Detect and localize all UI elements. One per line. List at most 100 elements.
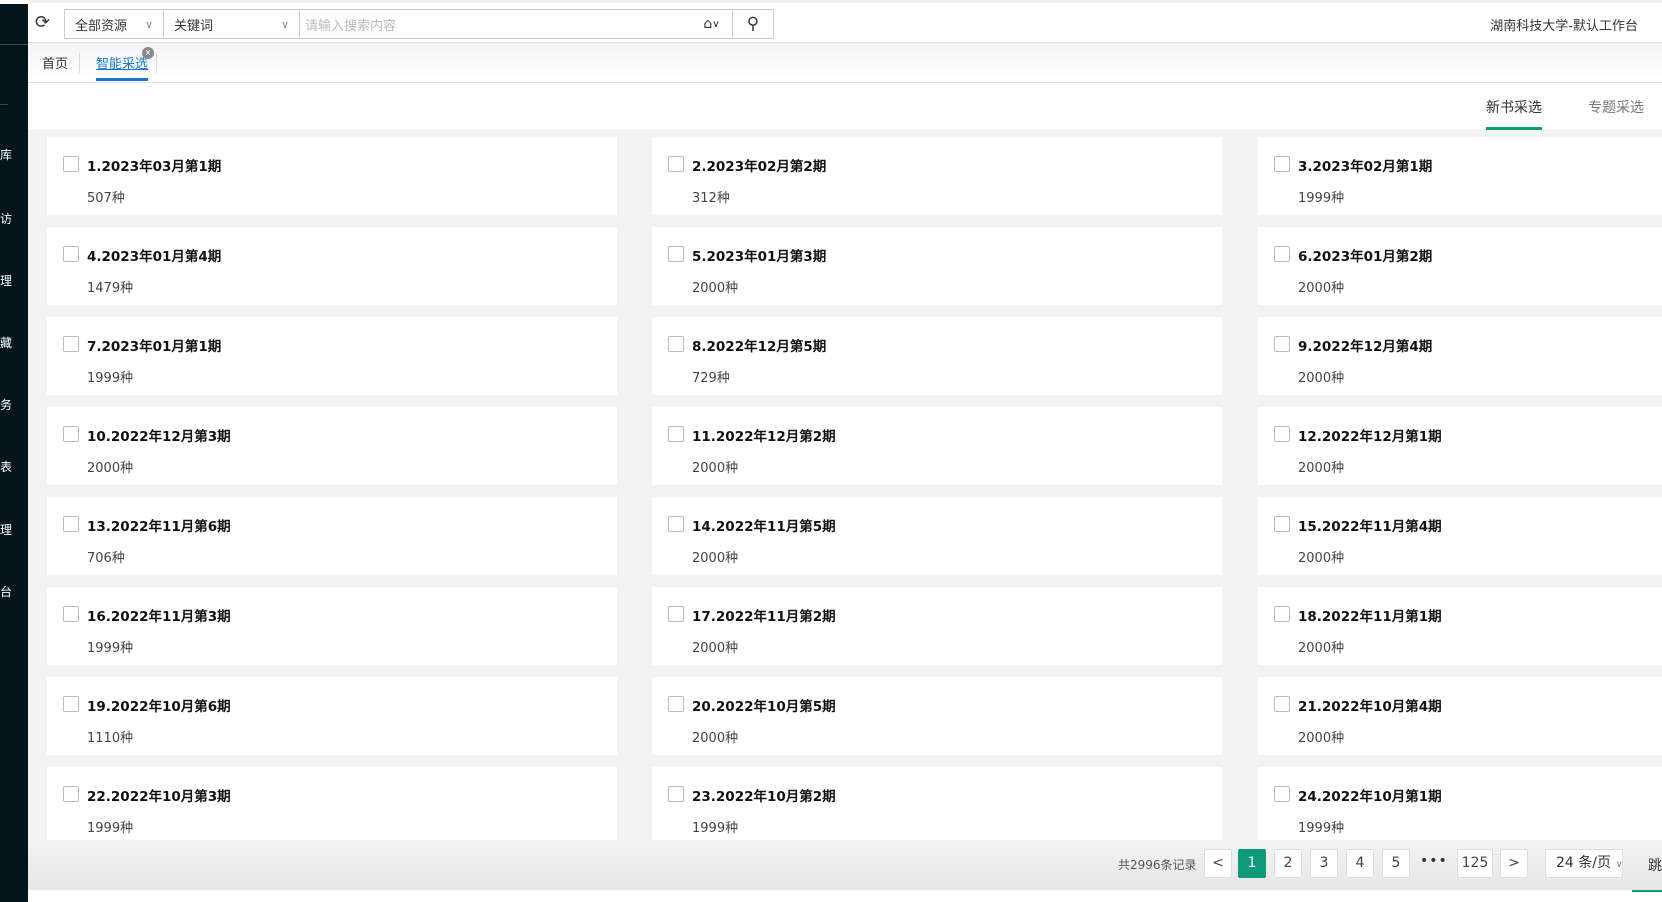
issue-title[interactable]: 22.2022年10月第3期 [87, 785, 231, 805]
search-button[interactable]: ⚲ [733, 10, 773, 38]
issue-checkbox[interactable] [1274, 786, 1290, 802]
issue-checkbox[interactable] [668, 246, 684, 262]
issue-title[interactable]: 19.2022年10月第6期 [87, 695, 231, 715]
issue-title[interactable]: 20.2022年10月第5期 [692, 695, 836, 715]
more-pages[interactable]: ••• [1420, 853, 1448, 869]
issue-checkbox[interactable] [63, 246, 79, 262]
issue-checkbox[interactable] [63, 606, 79, 622]
sidebar-item[interactable]: 表 [0, 458, 12, 475]
issue-card[interactable]: 1.2023年03月第1期 507种 [47, 137, 617, 215]
issue-checkbox[interactable] [63, 516, 79, 532]
sidebar-item[interactable]: 理 [0, 521, 12, 538]
issue-checkbox[interactable] [63, 336, 79, 352]
sidebar-item[interactable]: 务 [0, 396, 12, 413]
page-last[interactable]: 125 [1457, 849, 1493, 878]
issue-checkbox[interactable] [668, 696, 684, 712]
tab-topic-selection[interactable]: 专题采选 [1588, 97, 1644, 127]
issue-title[interactable]: 12.2022年12月第1期 [1298, 425, 1442, 445]
issue-card[interactable]: 3.2023年02月第1期 1999种 [1258, 137, 1662, 215]
issue-title[interactable]: 6.2023年01月第2期 [1298, 245, 1432, 265]
refresh-icon[interactable]: ⟳ [35, 12, 50, 33]
tab-new-books[interactable]: 新书采选 [1486, 97, 1542, 130]
sidebar-item[interactable]: 台 [0, 583, 12, 600]
issue-title[interactable]: 18.2022年11月第1期 [1298, 605, 1442, 625]
search-input[interactable]: 请输入搜索内容 [300, 10, 691, 38]
issue-card[interactable]: 6.2023年01月第2期 2000种 [1258, 227, 1662, 305]
close-icon[interactable]: x [142, 47, 155, 59]
issue-title[interactable]: 5.2023年01月第3期 [692, 245, 826, 265]
issue-checkbox[interactable] [668, 516, 684, 532]
issue-card[interactable]: 17.2022年11月第2期 2000种 [652, 587, 1222, 665]
issue-card[interactable]: 19.2022年10月第6期 1110种 [47, 677, 617, 755]
issue-card[interactable]: 18.2022年11月第1期 2000种 [1258, 587, 1662, 665]
issue-checkbox[interactable] [1274, 696, 1290, 712]
issue-checkbox[interactable] [668, 336, 684, 352]
issue-title[interactable]: 2.2023年02月第2期 [692, 155, 826, 175]
issue-title[interactable]: 16.2022年11月第3期 [87, 605, 231, 625]
issue-card[interactable]: 9.2022年12月第4期 2000种 [1258, 317, 1662, 395]
issue-card[interactable]: 7.2023年01月第1期 1999种 [47, 317, 617, 395]
issue-title[interactable]: 24.2022年10月第1期 [1298, 785, 1442, 805]
issue-title[interactable]: 10.2022年12月第3期 [87, 425, 231, 445]
issue-title[interactable]: 17.2022年11月第2期 [692, 605, 836, 625]
issue-title[interactable]: 8.2022年12月第5期 [692, 335, 826, 355]
issue-card[interactable]: 22.2022年10月第3期 1999种 [47, 767, 617, 840]
issue-checkbox[interactable] [63, 786, 79, 802]
issue-checkbox[interactable] [1274, 516, 1290, 532]
issue-card[interactable]: 8.2022年12月第5期 729种 [652, 317, 1222, 395]
issue-card[interactable]: 11.2022年12月第2期 2000种 [652, 407, 1222, 485]
issue-title[interactable]: 1.2023年03月第1期 [87, 155, 221, 175]
issue-card[interactable]: 20.2022年10月第5期 2000种 [652, 677, 1222, 755]
issue-checkbox[interactable] [668, 156, 684, 172]
issue-card[interactable]: 21.2022年10月第4期 2000种 [1258, 677, 1662, 755]
page-1[interactable]: 1 [1238, 849, 1266, 878]
issue-checkbox[interactable] [668, 606, 684, 622]
issue-checkbox[interactable] [63, 426, 79, 442]
issue-checkbox[interactable] [63, 156, 79, 172]
issue-card[interactable]: 5.2023年01月第3期 2000种 [652, 227, 1222, 305]
issue-card[interactable]: 16.2022年11月第3期 1999种 [47, 587, 617, 665]
issue-card[interactable]: 4.2023年01月第4期 1479种 [47, 227, 617, 305]
sidebar-item[interactable]: 访 [0, 210, 12, 227]
issue-checkbox[interactable] [1274, 426, 1290, 442]
home-scope-dropdown[interactable]: ⌂ ∨ [691, 10, 733, 38]
issue-title[interactable]: 7.2023年01月第1期 [87, 335, 221, 355]
page-4[interactable]: 4 [1346, 849, 1374, 878]
issue-card[interactable]: 14.2022年11月第5期 2000种 [652, 497, 1222, 575]
page-3[interactable]: 3 [1310, 849, 1338, 878]
workspace-label[interactable]: 湖南科技大学-默认工作台 [1490, 15, 1638, 34]
resource-select[interactable]: 全部资源 ∨ [65, 10, 164, 38]
page-2[interactable]: 2 [1274, 849, 1302, 878]
sidebar-item[interactable]: 理 [0, 272, 12, 289]
sidebar-item[interactable]: 藏 [0, 334, 12, 351]
issue-checkbox[interactable] [1274, 606, 1290, 622]
page-5[interactable]: 5 [1382, 849, 1410, 878]
page-size-select[interactable]: 24 条/页 ∨ [1545, 849, 1623, 878]
issue-checkbox[interactable] [668, 786, 684, 802]
issue-checkbox[interactable] [1274, 336, 1290, 352]
issue-checkbox[interactable] [63, 696, 79, 712]
issue-card[interactable]: 2.2023年02月第2期 312种 [652, 137, 1222, 215]
field-select[interactable]: 关键词 ∨ [164, 10, 300, 38]
issue-card[interactable]: 23.2022年10月第2期 1999种 [652, 767, 1222, 840]
issue-checkbox[interactable] [668, 426, 684, 442]
issue-title[interactable]: 14.2022年11月第5期 [692, 515, 836, 535]
issue-title[interactable]: 15.2022年11月第4期 [1298, 515, 1442, 535]
issue-card[interactable]: 10.2022年12月第3期 2000种 [47, 407, 617, 485]
issue-title[interactable]: 11.2022年12月第2期 [692, 425, 836, 445]
issue-card[interactable]: 13.2022年11月第6期 706种 [47, 497, 617, 575]
issue-title[interactable]: 23.2022年10月第2期 [692, 785, 836, 805]
issue-title[interactable]: 3.2023年02月第1期 [1298, 155, 1432, 175]
issue-checkbox[interactable] [1274, 156, 1290, 172]
prev-page-button[interactable]: < [1204, 849, 1232, 878]
issue-title[interactable]: 4.2023年01月第4期 [87, 245, 221, 265]
issue-card[interactable]: 15.2022年11月第4期 2000种 [1258, 497, 1662, 575]
issue-card[interactable]: 24.2022年10月第1期 1999种 [1258, 767, 1662, 840]
issue-checkbox[interactable] [1274, 246, 1290, 262]
sidebar-item[interactable]: 库 [0, 146, 12, 163]
tab-smart-selection[interactable]: 智能采选 x [96, 47, 155, 81]
issue-title[interactable]: 21.2022年10月第4期 [1298, 695, 1442, 715]
issue-title[interactable]: 9.2022年12月第4期 [1298, 335, 1432, 355]
issue-title[interactable]: 13.2022年11月第6期 [87, 515, 231, 535]
issue-card[interactable]: 12.2022年12月第1期 2000种 [1258, 407, 1662, 485]
